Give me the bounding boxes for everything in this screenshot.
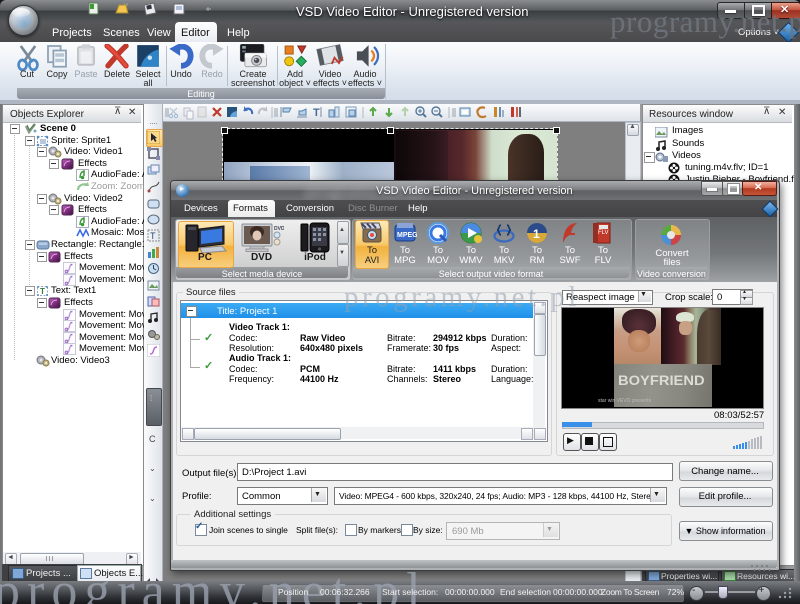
svg-text:MPEG: MPEG (397, 232, 417, 239)
svg-text:T: T (313, 107, 320, 119)
svg-text:T: T (150, 231, 156, 241)
svg-text:DVD: DVD (274, 226, 284, 232)
svg-text:T: T (40, 287, 45, 296)
svg-text:1: 1 (533, 227, 540, 241)
svg-text:FLV: FLV (598, 230, 609, 236)
